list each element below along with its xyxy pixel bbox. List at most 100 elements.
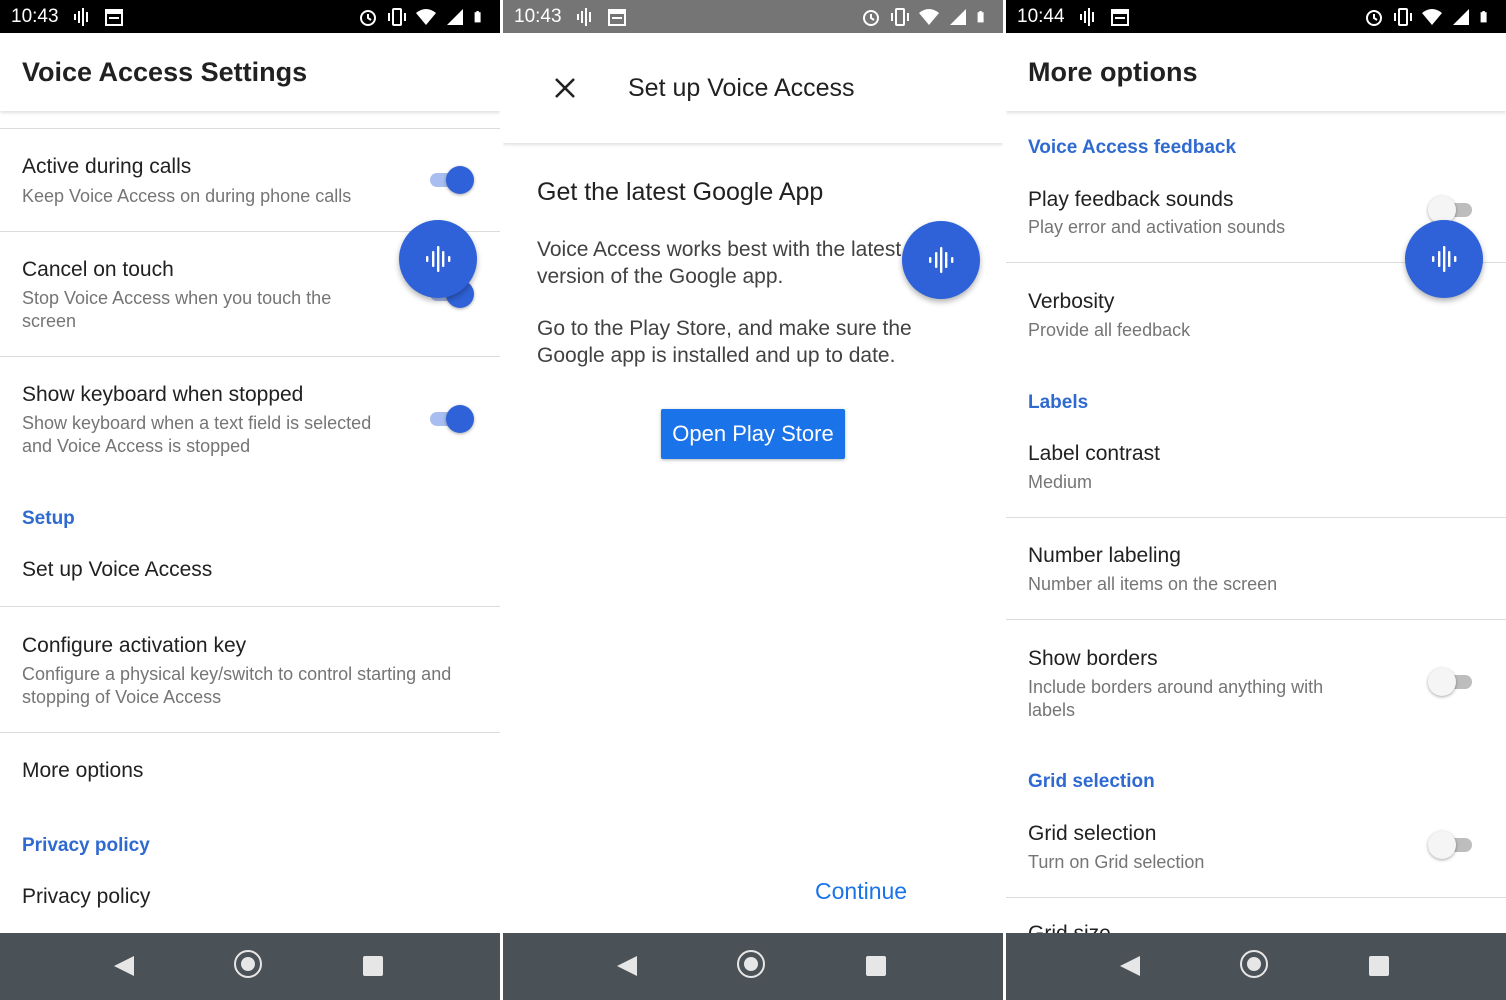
setting-title: Configure activation key [22, 634, 247, 657]
grid-selection-toggle[interactable] [1428, 831, 1474, 859]
voice-access-fab[interactable] [399, 220, 477, 298]
recents-icon[interactable] [866, 956, 886, 976]
voice-access-settings-screen: 10:43 Voice Access Settings Active durin… [0, 0, 500, 1000]
back-icon[interactable] [617, 956, 637, 976]
voice-waveform-icon [426, 246, 451, 272]
setting-title: More options [22, 759, 144, 782]
dialog-heading: Get the latest Google App [537, 178, 824, 206]
setting-title: Play feedback sounds [1028, 188, 1234, 211]
app-bar: More options [1006, 33, 1506, 111]
setting-grid-selection[interactable]: Grid selection Turn on Grid selection [1006, 802, 1506, 897]
show-borders-toggle[interactable] [1428, 668, 1474, 696]
section-header-grid: Grid selection [1028, 771, 1155, 792]
navigation-bar [0, 933, 500, 1000]
status-time: 10:43 [514, 6, 562, 27]
page-title: More options [1028, 57, 1198, 87]
signal-icon [447, 9, 463, 25]
more-options-screen: 10:44 More options Voice Access feedback… [1006, 0, 1506, 1000]
setting-subtitle: Play error and activation sounds [1028, 217, 1286, 237]
setup-voice-access-screen: 10:43 Set up Voice Access Get the latest… [503, 0, 1003, 1000]
setting-number-labeling[interactable]: Number labeling Number all items on the … [1006, 518, 1506, 619]
open-play-store-button[interactable]: Open Play Store [661, 409, 845, 459]
setting-title: Privacy policy [22, 885, 151, 908]
voice-access-status-icon [577, 8, 591, 26]
setting-privacy-policy[interactable]: Privacy policy [0, 868, 500, 932]
section-header-privacy: Privacy policy [22, 835, 150, 856]
calendar-icon [608, 9, 626, 26]
setting-subtitle: Include borders around anything with lab… [1028, 677, 1324, 720]
voice-waveform-icon [1432, 246, 1457, 272]
vibrate-icon [1394, 8, 1412, 26]
page-title: Voice Access Settings [22, 57, 308, 87]
setting-active-during-calls[interactable]: Active during calls Keep Voice Access on… [0, 129, 500, 231]
setting-title: Set up Voice Access [22, 558, 213, 581]
show-keyboard-toggle[interactable] [428, 405, 474, 433]
setting-more-options[interactable]: More options [0, 733, 500, 803]
wifi-icon [1422, 9, 1442, 25]
app-bar: Voice Access Settings [0, 33, 500, 111]
setting-title: Active during calls [22, 155, 192, 178]
battery-icon [977, 11, 984, 23]
status-bar: 10:43 [0, 0, 500, 33]
voice-access-status-icon [74, 8, 88, 26]
back-icon[interactable] [1120, 956, 1140, 976]
setting-subtitle: Turn on Grid selection [1028, 852, 1205, 872]
continue-button[interactable]: Continue [815, 878, 907, 905]
alarm-icon [1366, 10, 1382, 26]
setting-title: Number labeling [1028, 544, 1181, 567]
wifi-icon [919, 9, 939, 25]
section-header-labels: Labels [1028, 392, 1089, 413]
wifi-icon [416, 9, 436, 25]
setting-subtitle: Number all items on the screen [1028, 574, 1278, 594]
calendar-icon [105, 9, 123, 26]
setting-title: Show borders [1028, 647, 1158, 670]
setting-grid-size[interactable]: Grid size [1006, 898, 1506, 945]
calendar-icon [1111, 9, 1129, 26]
recents-icon[interactable] [1369, 956, 1389, 976]
voice-access-status-icon [1080, 8, 1094, 26]
navigation-bar [1006, 933, 1506, 1000]
status-time: 10:43 [11, 6, 59, 27]
home-icon[interactable] [737, 950, 765, 978]
status-bar: 10:43 [503, 0, 1003, 33]
close-icon[interactable] [553, 76, 577, 100]
setting-subtitle: Keep Voice Access on during phone calls [22, 186, 352, 206]
recents-icon[interactable] [363, 956, 383, 976]
voice-access-fab[interactable] [902, 221, 980, 299]
setting-subtitle: Medium [1028, 472, 1093, 492]
section-header-feedback: Voice Access feedback [1028, 137, 1237, 158]
battery-icon [474, 11, 481, 23]
signal-icon [950, 9, 966, 25]
battery-icon [1480, 11, 1487, 23]
home-icon[interactable] [234, 950, 262, 978]
setting-show-borders[interactable]: Show borders Include borders around anyt… [1006, 620, 1506, 746]
active-during-calls-toggle[interactable] [428, 166, 474, 194]
vibrate-icon [388, 8, 406, 26]
setting-set-up-voice-access[interactable]: Set up Voice Access [0, 540, 500, 606]
setting-show-keyboard[interactable]: Show keyboard when stopped Show keyboard… [0, 357, 500, 477]
back-icon[interactable] [114, 956, 134, 976]
setting-label-contrast[interactable]: Label contrast Medium [1006, 422, 1506, 517]
setting-subtitle: Stop Voice Access when you touch the scr… [22, 288, 332, 331]
dialog-title: Set up Voice Access [628, 74, 855, 102]
vibrate-icon [891, 8, 909, 26]
setting-title: Show keyboard when stopped [22, 383, 304, 406]
home-icon[interactable] [1240, 950, 1268, 978]
setting-title: Label contrast [1028, 442, 1160, 465]
voice-waveform-icon [929, 247, 954, 273]
section-header-setup: Setup [22, 508, 75, 529]
alarm-icon [863, 10, 879, 26]
dialog-header: Set up Voice Access [503, 33, 1003, 143]
alarm-icon [360, 10, 376, 26]
status-time: 10:44 [1017, 6, 1065, 27]
setting-title: Cancel on touch [22, 258, 174, 281]
voice-access-fab[interactable] [1405, 220, 1483, 298]
status-bar: 10:44 [1006, 0, 1506, 33]
setting-subtitle: Provide all feedback [1028, 320, 1191, 340]
setting-configure-activation-key[interactable]: Configure activation key Configure a phy… [0, 607, 500, 732]
navigation-bar [503, 933, 1003, 1000]
setting-subtitle: Show keyboard when a text field is selec… [22, 413, 372, 456]
setting-title: Grid selection [1028, 822, 1157, 845]
setting-subtitle: Configure a physical key/switch to contr… [22, 664, 452, 707]
dialog-body-text: Voice Access works best with the latest … [537, 238, 902, 288]
